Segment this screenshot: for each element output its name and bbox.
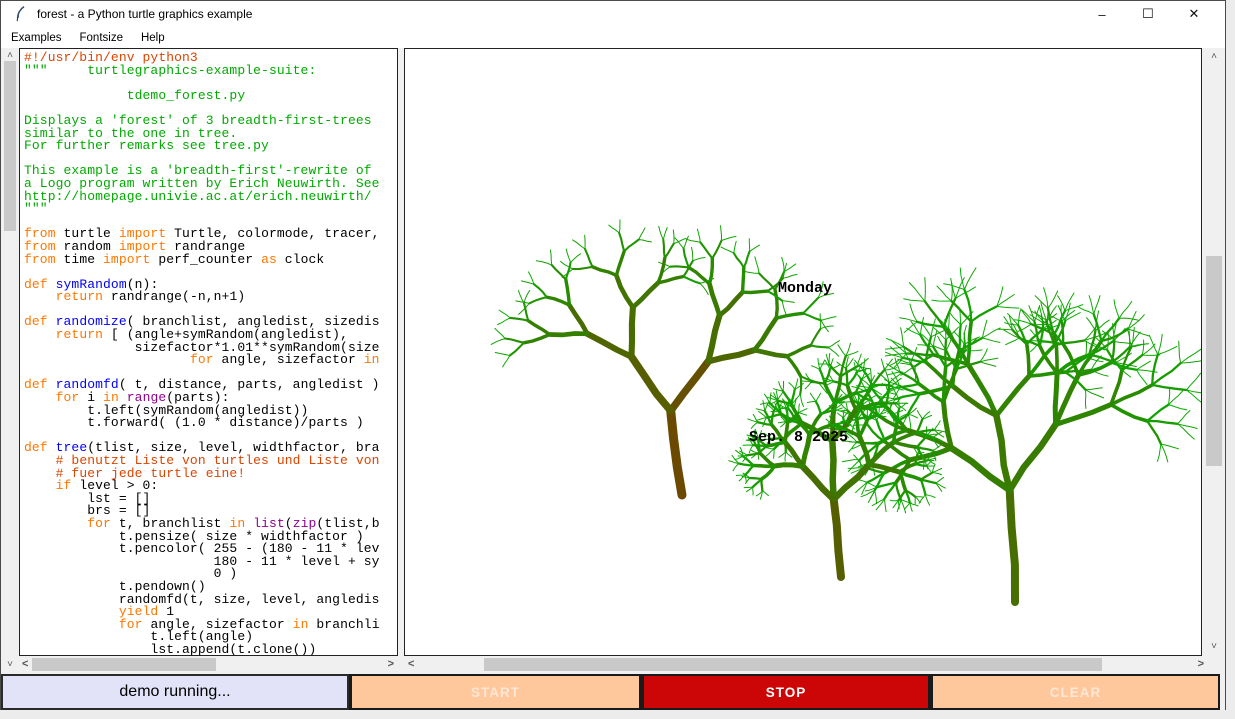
- canvas-vertical-scrollbar[interactable]: ˄ ˅: [1204, 48, 1224, 656]
- code-text: #!/usr/bin/env python3""" turtlegraphics…: [24, 52, 380, 656]
- canvas-annotation-1: Sep. 8 2025: [749, 429, 848, 446]
- canvas-annotation-0: Monday: [778, 280, 832, 297]
- stop-button[interactable]: STOP: [641, 674, 930, 710]
- canvas-hscroll-thumb[interactable]: [484, 658, 1102, 671]
- turtledemo-window: forest - a Python turtle graphics exampl…: [0, 0, 1226, 710]
- python-feather-icon: [14, 6, 28, 22]
- scroll-left-icon[interactable]: <: [408, 657, 414, 672]
- minimize-button[interactable]: –: [1079, 7, 1125, 22]
- code-hscroll-thumb[interactable]: [32, 658, 216, 671]
- scroll-right-icon[interactable]: >: [388, 657, 394, 672]
- status-label: demo running...: [1, 674, 349, 710]
- scroll-down-icon[interactable]: ˅: [1204, 642, 1224, 652]
- scroll-up-icon[interactable]: ˄: [1204, 52, 1224, 62]
- scroll-up-icon[interactable]: ˄: [2, 51, 18, 61]
- start-button[interactable]: START: [349, 674, 641, 710]
- maximize-button[interactable]: ☐: [1125, 6, 1171, 22]
- code-vscroll-thumb[interactable]: [4, 61, 16, 231]
- clear-button[interactable]: CLEAR: [930, 674, 1220, 710]
- window-title: forest - a Python turtle graphics exampl…: [37, 7, 252, 21]
- canvas-horizontal-scrollbar[interactable]: < >: [404, 656, 1208, 673]
- turtle-drawing: [405, 49, 1201, 655]
- turtle-canvas[interactable]: Monday Sep. 8 2025: [404, 48, 1202, 656]
- scroll-left-icon[interactable]: <: [22, 657, 28, 672]
- code-horizontal-scrollbar[interactable]: < >: [19, 656, 397, 673]
- code-vertical-scrollbar[interactable]: ˄ ˅: [2, 48, 18, 673]
- code-panel[interactable]: #!/usr/bin/env python3""" turtlegraphics…: [19, 48, 398, 656]
- close-button[interactable]: ✕: [1171, 6, 1217, 22]
- menu-examples[interactable]: Examples: [3, 30, 70, 46]
- scroll-right-icon[interactable]: >: [1198, 657, 1204, 672]
- menu-bar: Examples Fontsize Help: [1, 27, 1225, 48]
- canvas-vscroll-thumb[interactable]: [1206, 256, 1222, 466]
- scroll-down-icon[interactable]: ˅: [2, 660, 18, 670]
- demo-control-bar: demo running... START STOP CLEAR: [1, 674, 1225, 710]
- menu-fontsize[interactable]: Fontsize: [72, 30, 131, 46]
- menu-help[interactable]: Help: [133, 30, 173, 46]
- title-bar[interactable]: forest - a Python turtle graphics exampl…: [1, 1, 1225, 27]
